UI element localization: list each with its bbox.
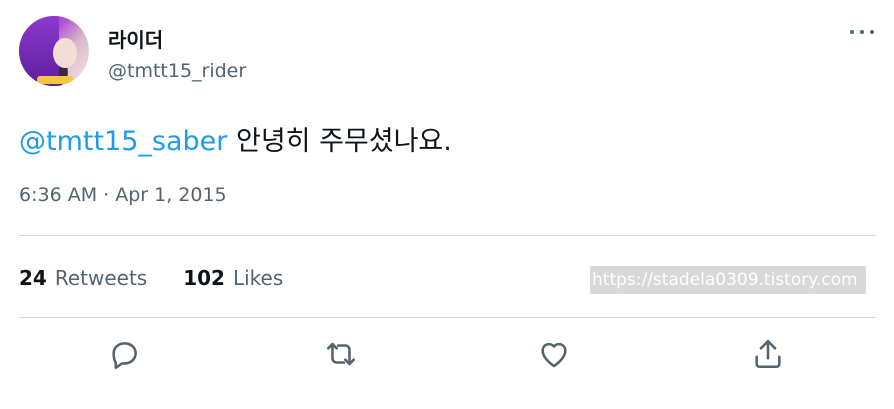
divider-bottom xyxy=(19,317,876,318)
user-handle[interactable]: @tmtt15_rider xyxy=(108,60,246,82)
more-icon[interactable] xyxy=(850,22,874,42)
tweet-text: @tmtt15_saber 안녕히 주무셨나요. xyxy=(19,119,452,158)
timestamp[interactable]: 6:36 AM · Apr 1, 2015 xyxy=(19,184,227,206)
watermark: https://stadela0309.tistory.com xyxy=(590,266,866,294)
avatar-face xyxy=(53,38,77,68)
share-icon[interactable] xyxy=(751,337,785,371)
retweets-label: Retweets xyxy=(54,266,148,290)
likes-label: Likes xyxy=(232,266,284,290)
more-dot xyxy=(870,30,874,34)
mention-link[interactable]: @tmtt15_saber xyxy=(19,126,227,157)
more-dot xyxy=(850,30,854,34)
more-dot xyxy=(860,30,864,34)
retweets-count: 24 xyxy=(19,266,47,290)
heart-icon[interactable] xyxy=(537,337,571,371)
display-name[interactable]: 라이더 xyxy=(108,24,163,53)
tweet-stats: 24 Retweets 102 Likes xyxy=(19,266,283,290)
tweet-body: 안녕히 주무셨나요. xyxy=(227,126,452,157)
divider-top xyxy=(19,235,876,236)
retweet-icon[interactable] xyxy=(324,337,358,371)
avatar-tag xyxy=(37,76,73,84)
reply-icon[interactable] xyxy=(108,337,142,371)
likes-stat[interactable]: 102 Likes xyxy=(183,266,283,290)
likes-count: 102 xyxy=(183,266,225,290)
avatar[interactable] xyxy=(19,16,89,86)
retweets-stat[interactable]: 24 Retweets xyxy=(19,266,147,290)
